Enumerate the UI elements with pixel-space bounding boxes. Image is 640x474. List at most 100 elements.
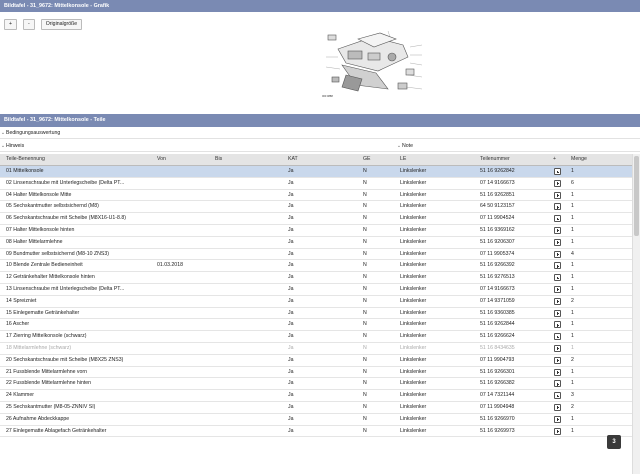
table-row[interactable]: 07 Halter Mittelkonsole hinten Ja N Linksle… <box>0 225 632 237</box>
add-to-cart-icon[interactable] <box>554 344 561 352</box>
ge-value: N <box>363 427 367 434</box>
part-name: 18 Mittelarmlehne (schwarz) <box>6 344 72 351</box>
add-to-cart-icon[interactable] <box>554 309 561 317</box>
add-to-cart-icon[interactable] <box>554 392 561 400</box>
valid-from <box>157 414 213 425</box>
table-row[interactable]: 15 Einlegematte Getränkehalter Ja N Linksle… <box>0 308 632 320</box>
column-header-kat[interactable]: KAT <box>288 154 362 165</box>
vertical-scrollbar[interactable] <box>632 154 640 474</box>
table-row[interactable]: 06 Sechskantschraube mit Scheibe (M8X16-… <box>0 213 632 225</box>
ge-value: N <box>363 403 367 410</box>
valid-to <box>215 260 287 271</box>
quantity: 1 <box>571 262 574 269</box>
quantity: 1 <box>571 380 574 387</box>
steering-side: Linkslenker <box>400 250 427 257</box>
part-number: 07 11 9904948 <box>480 403 515 410</box>
conditions-section[interactable]: ⌄Bedingungsauswertung <box>0 128 640 139</box>
table-row[interactable]: 24 Klammer Ja N Linkslenker 07 14 7321144 3 <box>0 390 632 402</box>
table-row[interactable]: 12 Getränkehalter Mittelkonsole hinten Ja… <box>0 272 632 284</box>
add-to-cart-icon[interactable] <box>554 321 561 329</box>
add-to-cart-icon[interactable] <box>554 203 561 211</box>
add-to-cart-icon[interactable] <box>554 191 561 199</box>
valid-to <box>215 201 287 212</box>
table-row[interactable]: 25 Sechskantmutter (M8-05-ZNNIV SI) Ja N Li… <box>0 402 632 414</box>
part-number: 51 16 8434635 <box>480 344 515 351</box>
parts-diagram[interactable]: 000 0888 <box>318 27 424 103</box>
table-row[interactable]: 27 Einlegematte Ablagefach Getränkehalte… <box>0 426 632 438</box>
add-to-cart-icon[interactable] <box>554 215 561 223</box>
valid-from <box>157 249 213 260</box>
column-header-to[interactable]: Bis <box>215 154 287 165</box>
part-number: 51 16 9266382 <box>480 380 515 387</box>
add-to-cart-icon[interactable] <box>554 415 561 423</box>
add-to-cart-icon[interactable] <box>554 427 561 435</box>
table-row[interactable]: 18 Mittelarmlehne (schwarz) Ja N Linkslenke… <box>0 343 632 355</box>
table-row[interactable]: 16 Ascher Ja N Linkslenker 51 16 9262844 1 <box>0 319 632 332</box>
original-size-button[interactable]: Originalgröße <box>40 19 83 30</box>
column-header-ge[interactable]: GE <box>363 154 399 165</box>
add-to-cart-icon[interactable] <box>554 297 561 305</box>
add-to-cart-icon[interactable] <box>554 179 561 187</box>
table-row[interactable]: 09 Bundmutter selbstsichernd (M8-10 ZNS3… <box>0 249 632 261</box>
column-header-from[interactable]: Von <box>157 154 213 165</box>
note-toggle[interactable]: ⌄Note <box>396 141 413 152</box>
hint-toggle[interactable]: ⌄Hinweis <box>0 143 24 149</box>
zoom-in-button[interactable]: + <box>4 19 18 30</box>
add-to-cart-icon[interactable] <box>554 238 561 246</box>
part-name: 08 Halter Mittelarmlehne <box>6 238 63 245</box>
add-to-cart-icon[interactable] <box>554 226 561 234</box>
table-row[interactable]: 05 Sechskantmutter selbstsichernd (M8) Ja… <box>0 201 632 214</box>
part-name: 02 Linsenschraube mit Unterlegscheibe (D… <box>6 179 125 186</box>
table-row[interactable]: 14 Spreizniet Ja N Linkslenker 07 14 9371059… <box>0 296 632 308</box>
quantity: 1 <box>571 368 574 375</box>
table-row[interactable]: 13 Linsenschraube mit Unterlegscheibe (D… <box>0 284 632 296</box>
column-header-le[interactable]: LE <box>400 154 478 165</box>
scrollbar-thumb[interactable] <box>634 156 639 236</box>
add-to-cart-icon[interactable] <box>554 250 561 258</box>
zoom-out-button[interactable]: - <box>23 19 35 30</box>
valid-to <box>215 249 287 260</box>
valid-from <box>157 201 213 212</box>
part-number: 51 16 9266970 <box>480 415 515 422</box>
table-row[interactable]: 04 Halter Mittelkonsole Mitte Ja N Linkslen… <box>0 190 632 202</box>
part-name: 05 Sechskantmutter selbstsichernd (M8) <box>6 203 99 210</box>
page-badge[interactable]: 3 <box>607 435 621 449</box>
steering-side: Linkslenker <box>400 297 427 304</box>
quantity: 1 <box>571 274 574 281</box>
add-to-cart-icon[interactable] <box>554 274 561 282</box>
add-to-cart-icon[interactable] <box>554 356 561 364</box>
add-to-cart-icon[interactable] <box>554 262 561 270</box>
quantity: 1 <box>571 203 574 210</box>
table-row[interactable]: 21 Fussblende Mittelarmlehne vorn Ja N Link… <box>0 367 632 379</box>
kat-value: Ja <box>288 285 294 292</box>
graphic-panel-header: Bildtafel - 31_9672: Mittelkonsole - Gra… <box>0 0 640 12</box>
part-name: 21 Fussblende Mittelarmlehne vorn <box>6 368 88 375</box>
column-header-part-number[interactable]: Teilenummer <box>480 154 550 165</box>
add-to-cart-icon[interactable] <box>554 333 561 341</box>
add-to-cart-icon[interactable] <box>554 403 561 411</box>
add-to-cart-icon[interactable] <box>554 168 561 175</box>
steering-side: Linkslenker <box>400 380 427 387</box>
steering-side: Linkslenker <box>400 262 427 269</box>
part-number: 07 11 9904793 <box>480 356 515 363</box>
table-row[interactable]: 22 Fussblende Mittelarmlehne hinten Ja N Li… <box>0 378 632 391</box>
kat-value: Ja <box>288 168 294 174</box>
table-row[interactable]: 17 Zierring Mittelkonsole (schwarz) Ja N Li… <box>0 331 632 343</box>
column-header-quantity[interactable]: Menge <box>571 154 601 165</box>
quantity: 1 <box>571 321 574 328</box>
table-row[interactable]: 26 Aufnahme Abdeckkappe Ja N Linkslenker 51 … <box>0 414 632 426</box>
table-row[interactable]: 01 Mittelkonsole Ja N Linkslenker 51 16 9262… <box>0 166 632 178</box>
table-row[interactable]: 02 Linsenschraube mit Unterlegscheibe (D… <box>0 178 632 190</box>
quantity: 1 <box>571 333 574 340</box>
table-row[interactable]: 08 Halter Mittelarmlehne Ja N Linkslenker 51… <box>0 237 632 249</box>
ge-value: N <box>363 203 367 210</box>
quantity: 1 <box>571 415 574 422</box>
ge-value: N <box>363 191 367 198</box>
part-number: 51 16 9262851 <box>480 191 515 198</box>
column-header-name[interactable]: Teile-Benennung <box>6 154 154 165</box>
table-row[interactable]: 20 Sechskantschraube mit Scheibe (M8X25 … <box>0 355 632 367</box>
add-to-cart-icon[interactable] <box>554 285 561 293</box>
add-to-cart-icon[interactable] <box>554 380 561 388</box>
table-row[interactable]: 10 Blende Zentrale Bedieneinheit 01.03.20… <box>0 260 632 273</box>
add-to-cart-icon[interactable] <box>554 368 561 376</box>
